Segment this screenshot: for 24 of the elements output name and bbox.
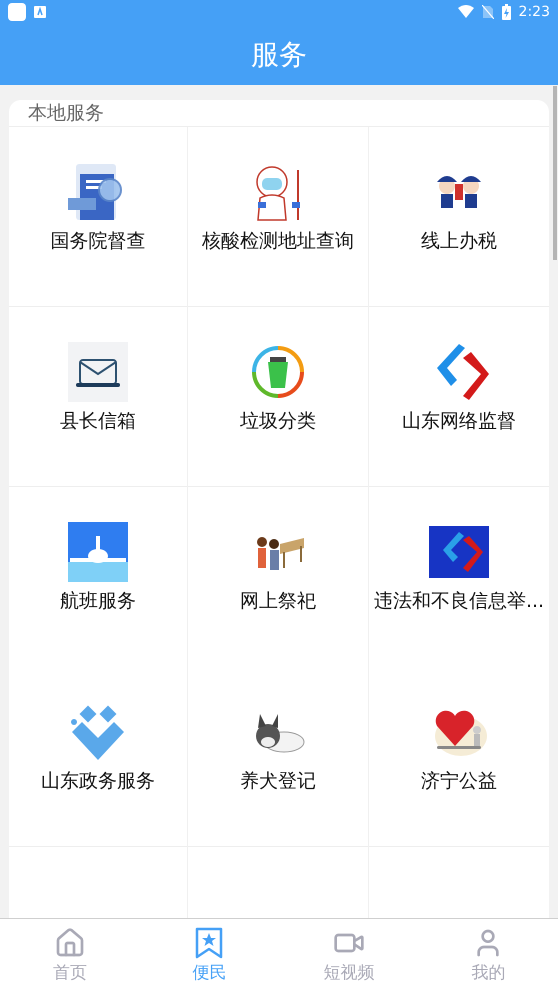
service-tile[interactable]: 航班服务 — [9, 487, 188, 667]
envelope-icon — [68, 342, 128, 402]
home-icon — [54, 927, 86, 959]
wifi-icon — [458, 5, 474, 19]
bookmark-star-icon — [194, 927, 224, 959]
service-tile[interactable]: 网上祭祀 — [188, 487, 369, 667]
service-tile[interactable]: 山东政务服务 — [9, 667, 188, 847]
app-notification-icon — [34, 6, 46, 18]
service-tile[interactable]: 核酸检测地址查询 — [188, 127, 369, 307]
service-tile[interactable]: 济宁公益 — [369, 667, 549, 847]
status-time: 2:23 — [518, 4, 550, 20]
service-tile[interactable]: 县长信箱 — [9, 307, 188, 487]
service-tile[interactable]: 养犬登记 — [188, 667, 369, 847]
notification-icon — [8, 3, 26, 21]
service-tile[interactable]: 国务院督查 — [9, 127, 188, 307]
section-title: 本地服务 — [28, 101, 104, 126]
no-sim-icon — [482, 5, 494, 19]
service-tile[interactable]: 山东网络监督 — [369, 307, 549, 487]
page-title: 服务 — [251, 36, 307, 72]
service-tile[interactable]: 违法和不良信息举... — [369, 487, 549, 667]
service-tile[interactable]: 垃圾分类 — [188, 307, 369, 487]
airplane-icon — [68, 522, 128, 582]
battery-charging-icon — [502, 4, 511, 20]
service-tile[interactable]: 线上办税 — [369, 127, 549, 307]
